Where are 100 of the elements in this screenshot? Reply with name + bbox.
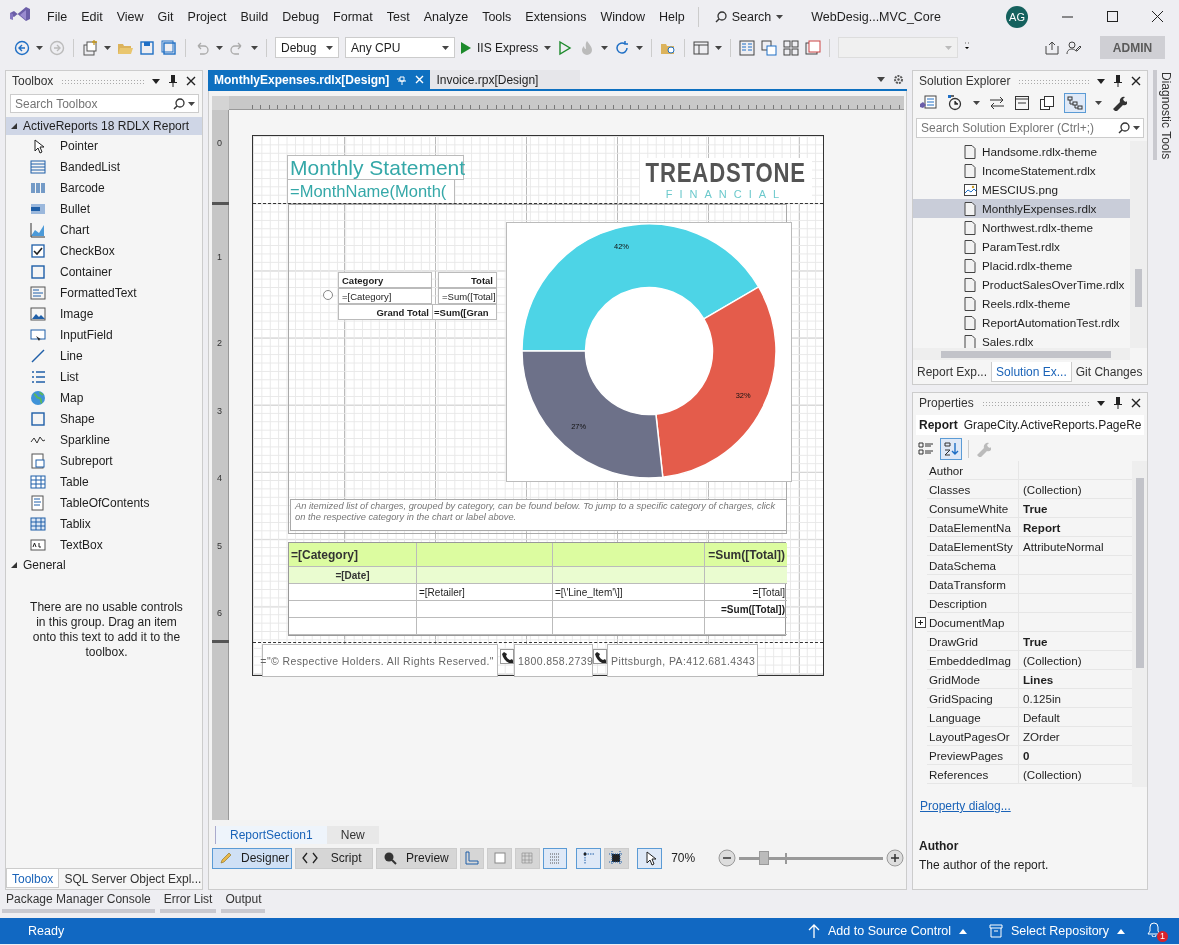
panel-tab[interactable]: Git Changes <box>1071 362 1147 382</box>
new-project-icon[interactable] <box>82 39 98 56</box>
side-tab[interactable]: Diagnostic Tools <box>1152 70 1173 160</box>
dropdown-icon[interactable] <box>1097 400 1105 406</box>
refresh-icon[interactable] <box>614 39 631 56</box>
toolbox-item[interactable]: Map <box>6 387 202 408</box>
menu-item[interactable]: View <box>109 9 151 24</box>
window-layout-icon[interactable] <box>693 39 710 56</box>
toolbox-item[interactable]: TextBox <box>6 534 202 555</box>
solution-file[interactable]: ProductSalesOverTime.rdlx <box>913 275 1130 294</box>
solution-file[interactable]: Reels.rdlx-theme <box>913 294 1130 313</box>
toolbox-item[interactable]: Subreport <box>6 450 202 471</box>
search-field[interactable]: Search Solution Explorer (Ctrl+;) <box>916 118 1144 138</box>
platform-dropdown[interactable]: Any CPU <box>345 37 455 58</box>
menu-item[interactable]: Test <box>379 9 417 24</box>
search-field[interactable]: Search Toolbox <box>10 94 199 113</box>
settings-icon[interactable] <box>893 74 904 85</box>
zoom-out-icon[interactable] <box>718 849 737 867</box>
panel-tab[interactable]: Report Exp... <box>913 362 992 382</box>
close-icon[interactable] <box>1131 398 1141 408</box>
panel-tab[interactable]: Toolbox <box>6 869 60 888</box>
tool-window-tab[interactable]: Package Manager Console <box>2 890 155 913</box>
solution-icon[interactable] <box>919 95 937 111</box>
expand-icon[interactable] <box>914 617 926 628</box>
solution-file[interactable]: MonthlyExpenses.rdlx <box>913 199 1130 218</box>
object-selector[interactable]: Report GrapeCity.ActiveReports.PageRe <box>916 415 1144 435</box>
menu-item[interactable]: Project <box>180 9 234 24</box>
stack-icon[interactable] <box>805 39 822 56</box>
copy-icon[interactable] <box>1039 95 1055 111</box>
toolbox-item[interactable]: CheckBox <box>6 240 202 261</box>
tool-window-tab[interactable]: Output <box>221 890 266 913</box>
section-tab[interactable]: ReportSection1 <box>215 826 327 844</box>
property-value[interactable]: 0 <box>1018 746 1132 765</box>
share-icon[interactable] <box>1044 39 1060 56</box>
toolbox-item[interactable]: InputField <box>6 324 202 345</box>
toolbox-item[interactable]: BandedList <box>6 156 202 177</box>
configuration-dropdown[interactable]: Debug <box>275 37 339 58</box>
menu-item[interactable]: Build <box>233 9 276 24</box>
section-tab[interactable]: New <box>326 826 379 844</box>
toolbox-item[interactable]: Line <box>6 345 202 366</box>
menu-item[interactable]: Help <box>651 9 692 24</box>
property-value[interactable]: 0.125in <box>1018 689 1132 708</box>
toolbar-button[interactable] <box>603 847 629 869</box>
repository-button[interactable]: Select Repository <box>989 924 1125 938</box>
solution-file[interactable]: MESCIUS.png <box>913 180 1130 199</box>
scrollbar[interactable] <box>1132 461 1147 787</box>
property-value[interactable]: True <box>1018 499 1132 518</box>
toolbox-item[interactable]: Pointer <box>6 135 202 156</box>
property-value[interactable]: Lines <box>1018 670 1132 689</box>
menu-item[interactable]: Extensions <box>518 9 594 24</box>
admin-button[interactable]: ADMIN <box>1100 36 1165 59</box>
property-value[interactable]: AttributeNormal <box>1018 537 1132 556</box>
toolbox-item[interactable]: Chart <box>6 219 202 240</box>
tool-window-tab[interactable]: Error List <box>159 890 217 913</box>
source-control-button[interactable]: Add to Source Control <box>808 924 968 938</box>
toolbox-item[interactable]: Shape <box>6 408 202 429</box>
scrollbar[interactable] <box>1130 141 1147 348</box>
menu-item[interactable]: Git <box>150 9 181 24</box>
zoom-slider[interactable] <box>739 851 883 865</box>
group-header[interactable]: ActiveReports 18 RDLX Report <box>6 117 202 135</box>
solution-file[interactable]: Sales.rdlx <box>913 332 1130 351</box>
view-tab[interactable]: Designer <box>212 847 292 869</box>
toolbox-item[interactable]: Bullet <box>6 198 202 219</box>
property-value[interactable]: ZOrder <box>1018 727 1132 746</box>
close-icon[interactable] <box>186 76 196 86</box>
solution-file[interactable]: ParamTest.rdlx <box>913 237 1130 256</box>
wrench-icon[interactable] <box>1111 95 1127 111</box>
close-icon[interactable] <box>1131 76 1141 86</box>
property-value[interactable]: Report <box>1018 518 1132 537</box>
property-value[interactable]: (Collection) <box>1018 765 1132 784</box>
dropdown-icon[interactable] <box>152 78 160 84</box>
property-value[interactable]: (Collection) <box>1018 651 1132 670</box>
collapse-icon[interactable] <box>1014 95 1030 111</box>
toolbox-item[interactable]: Barcode <box>6 177 202 198</box>
avatar[interactable]: AG <box>1006 5 1028 28</box>
toolbar-button[interactable] <box>637 847 663 869</box>
report-icon[interactable] <box>739 39 756 56</box>
save-all-icon[interactable] <box>161 39 177 56</box>
menu-item[interactable]: Edit <box>74 9 110 24</box>
slider-thumb[interactable] <box>758 851 769 865</box>
menu-item[interactable]: Debug <box>275 9 327 24</box>
solution-file[interactable]: Northwest.rdlx-theme <box>913 218 1130 237</box>
property-value[interactable]: (Collection) <box>1018 480 1132 499</box>
property-dialog-link[interactable]: Property dialog... <box>920 799 1011 813</box>
toolbox-item[interactable]: Container <box>6 261 202 282</box>
run-without-debug-icon[interactable] <box>557 39 574 56</box>
panel-tab[interactable]: Solution Ex... <box>991 362 1072 382</box>
pin-icon[interactable] <box>168 75 178 87</box>
toolbox-item[interactable]: Table <box>6 471 202 492</box>
property-value[interactable]: Default <box>1018 708 1132 727</box>
save-icon[interactable] <box>139 39 155 56</box>
property-value[interactable]: True <box>1018 632 1132 651</box>
scrollbar[interactable] <box>913 348 1130 360</box>
back-icon[interactable] <box>14 39 30 56</box>
categorized-icon[interactable] <box>918 441 934 457</box>
toolbox-item[interactable]: Image <box>6 303 202 324</box>
search-button[interactable]: Search <box>706 9 792 24</box>
dropdown-icon[interactable] <box>1097 78 1105 84</box>
solution-file[interactable]: ReportAutomationTest.rdlx <box>913 313 1130 332</box>
solution-file[interactable]: Placid.rdlx-theme <box>913 256 1130 275</box>
